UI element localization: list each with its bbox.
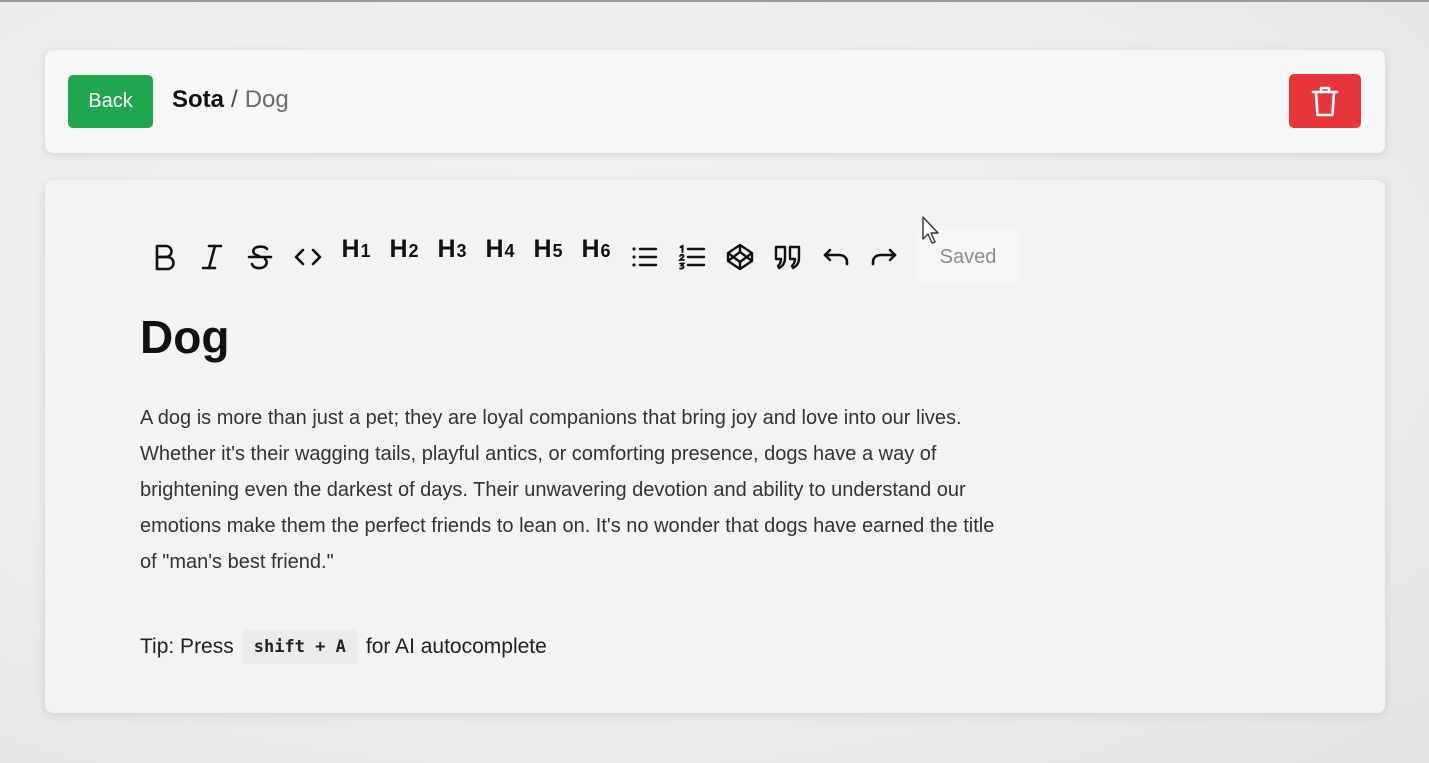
italic-icon — [201, 244, 223, 270]
code-icon — [294, 248, 322, 266]
strikethrough-icon — [247, 245, 273, 270]
breadcrumb-current: Dog — [244, 86, 289, 113]
breadcrumb: Sota / Dog — [172, 86, 289, 114]
redo-icon — [871, 248, 897, 266]
trash-icon — [1311, 86, 1339, 117]
heading-6-button[interactable]: H6 — [572, 235, 620, 279]
formatting-toolbar: H1 H2 H3 H4 H5 H6 Saved — [140, 229, 1020, 285]
bold-icon — [155, 244, 175, 271]
codepen-icon — [726, 243, 754, 271]
heading-2-button[interactable]: H2 — [380, 235, 428, 279]
undo-button[interactable] — [812, 235, 860, 279]
bullet-list-button[interactable] — [620, 235, 668, 279]
code-block-button[interactable] — [716, 235, 764, 279]
breadcrumb-separator: / — [231, 86, 238, 113]
ordered-list-button[interactable] — [668, 235, 716, 279]
code-button[interactable] — [284, 235, 332, 279]
heading-5-button[interactable]: H5 — [524, 235, 572, 279]
header-bar: Back Sota / Dog — [45, 50, 1385, 153]
heading-3-button[interactable]: H3 — [428, 235, 476, 279]
document-body[interactable]: A dog is more than just a pet; they are … — [140, 400, 1000, 580]
back-button[interactable]: Back — [68, 75, 153, 128]
strikethrough-button[interactable] — [236, 235, 284, 279]
tip-line: Tip: Press shift + A for AI autocomplete — [140, 630, 547, 664]
window-top-border — [0, 0, 1429, 2]
redo-button[interactable] — [860, 235, 908, 279]
italic-button[interactable] — [188, 235, 236, 279]
undo-icon — [823, 248, 849, 266]
shortcut-key: shift + A — [241, 630, 358, 664]
delete-button[interactable] — [1289, 74, 1361, 128]
heading-4-button[interactable]: H4 — [476, 235, 524, 279]
heading-1-button[interactable]: H1 — [332, 235, 380, 279]
blockquote-button[interactable] — [764, 235, 812, 279]
breadcrumb-parent[interactable]: Sota — [172, 86, 224, 114]
tip-prefix: Tip: Press — [140, 635, 234, 658]
editor-panel: H1 H2 H3 H4 H5 H6 Saved Dog A dog is mor… — [45, 180, 1385, 713]
tip-suffix: for AI autocomplete — [365, 635, 547, 658]
document-title[interactable]: Dog — [140, 310, 229, 364]
bullet-list-icon — [632, 247, 658, 267]
quote-icon — [774, 245, 801, 270]
mouse-pointer-icon — [922, 216, 939, 244]
bold-button[interactable] — [140, 235, 188, 279]
ordered-list-icon — [677, 244, 706, 270]
